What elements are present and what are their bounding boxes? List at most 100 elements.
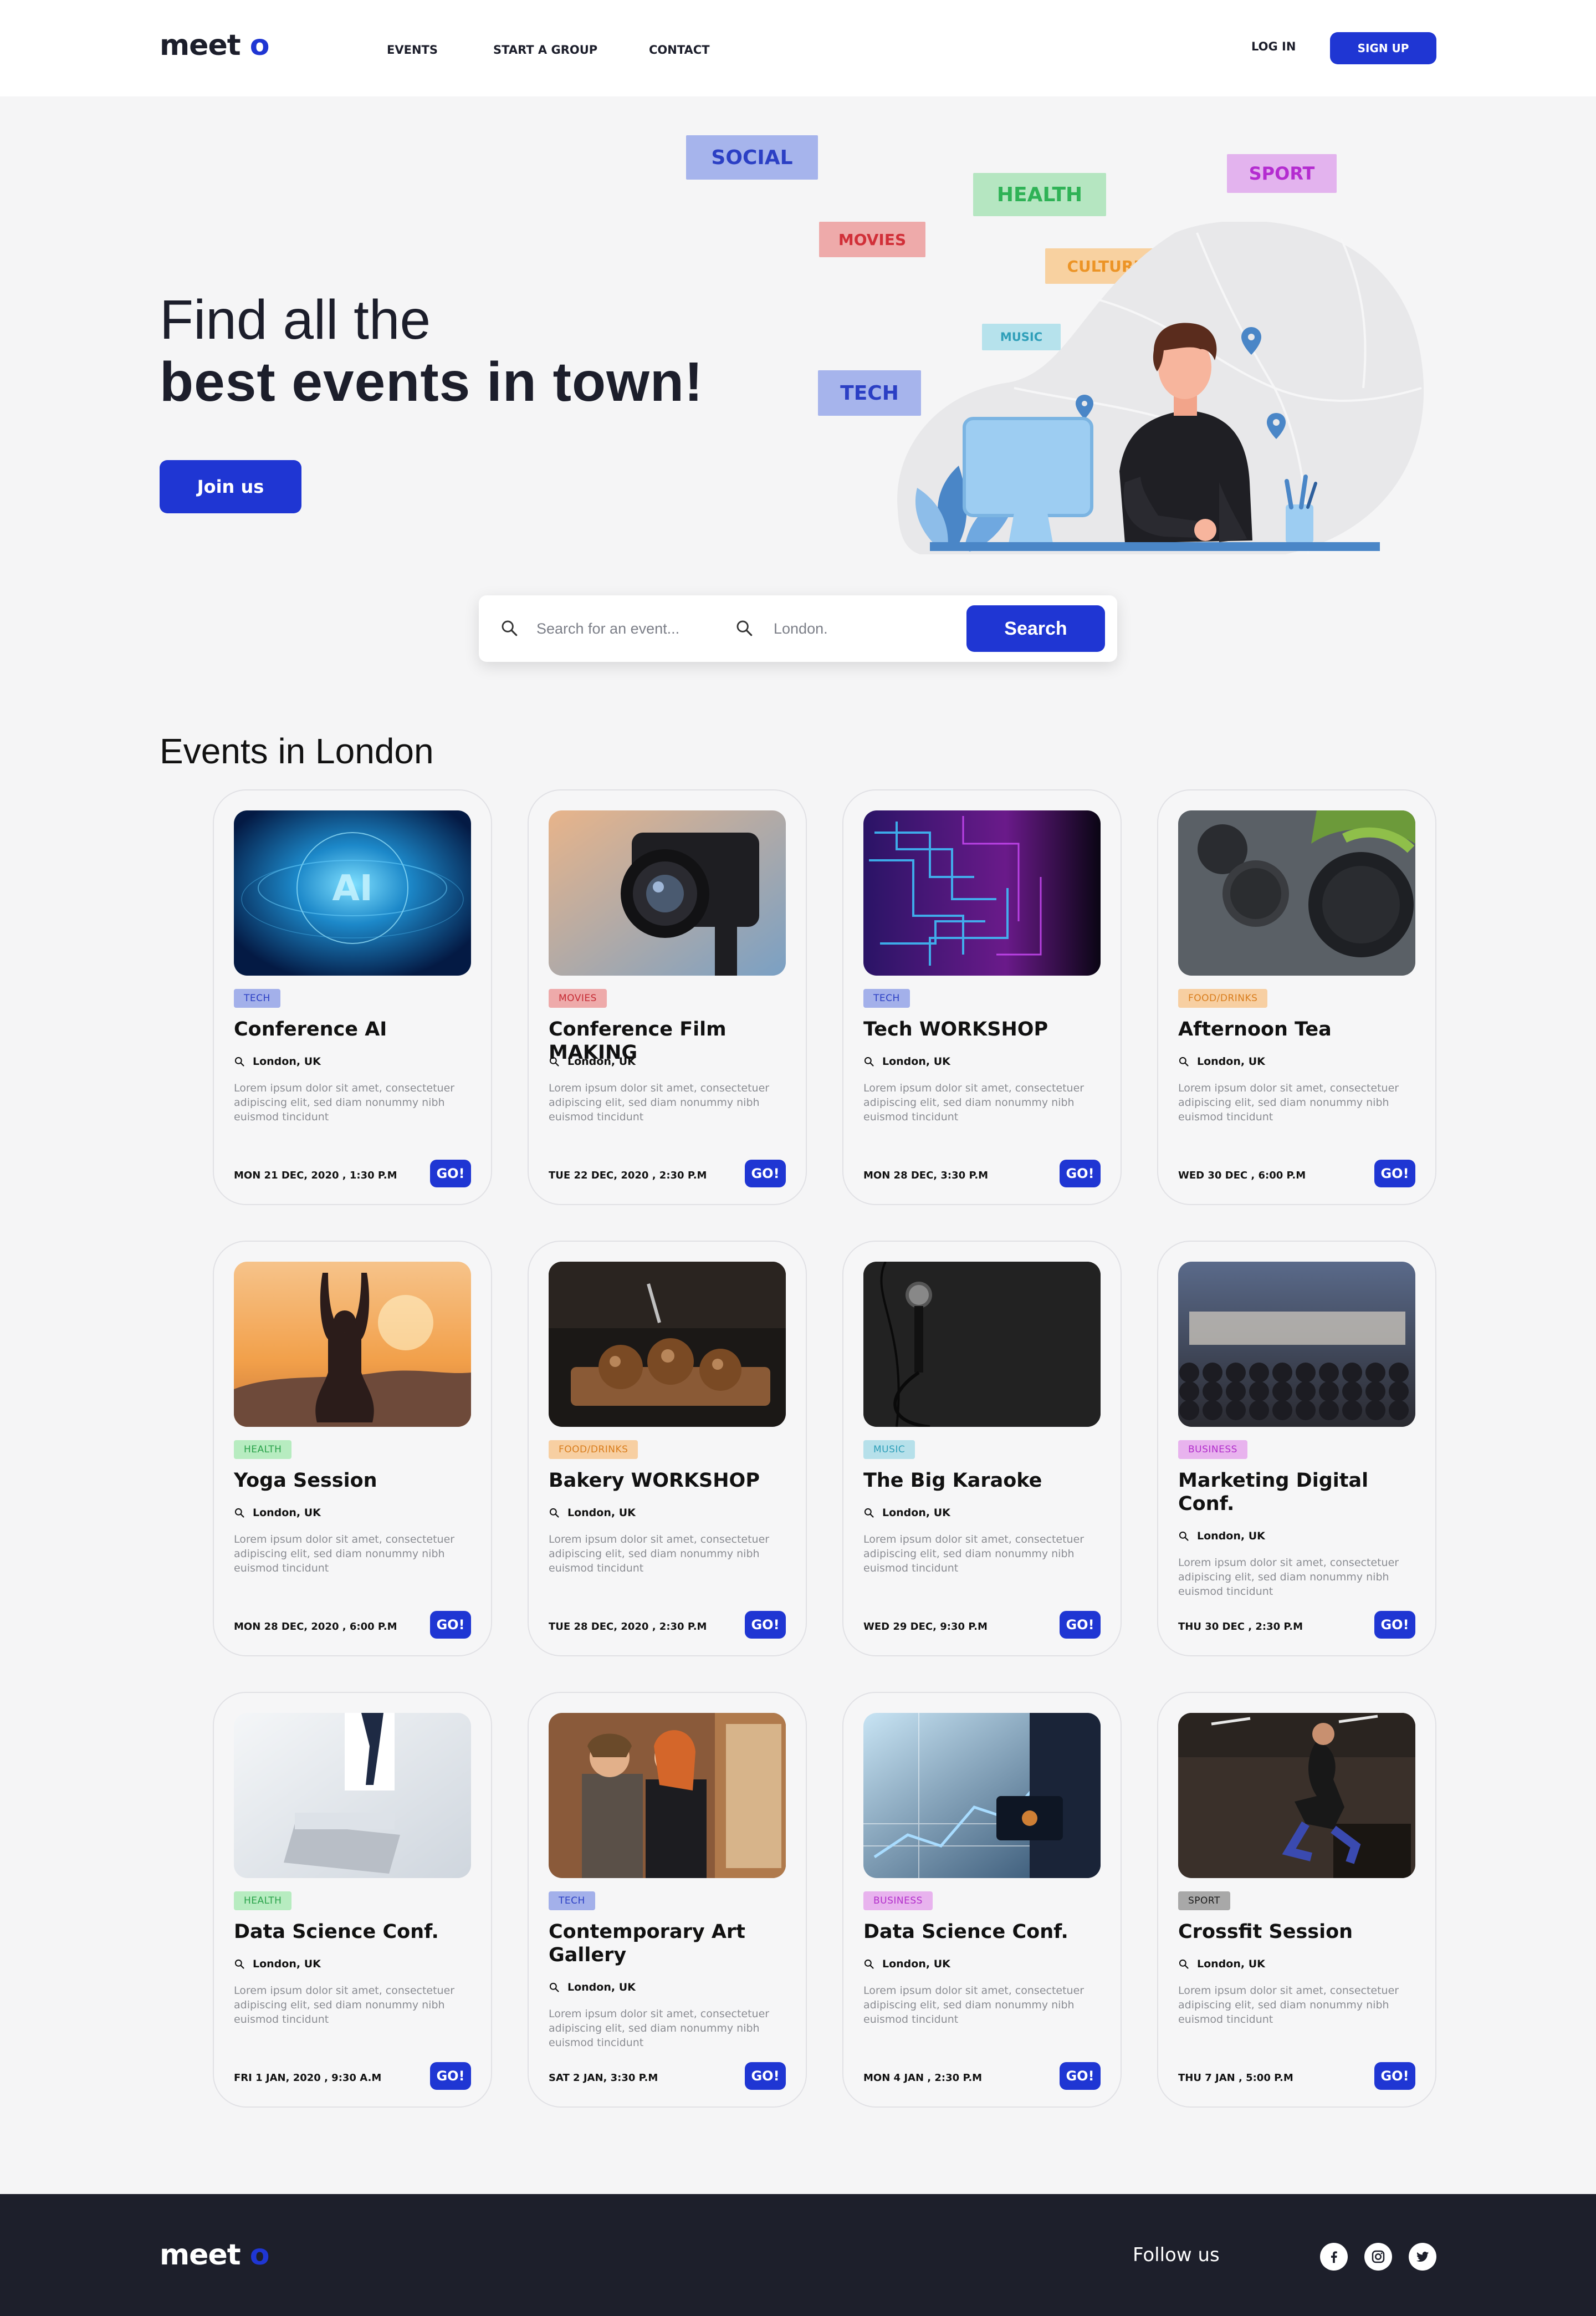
event-card[interactable]: SPORT Crossfit Session London, UK Lorem ips… <box>1157 1692 1436 2108</box>
event-image[interactable] <box>1178 1262 1415 1427</box>
event-description: Lorem ipsum dolor sit amet, consectetuer… <box>234 1985 455 2026</box>
location-icon <box>549 1508 559 1518</box>
event-category-badge: TECH <box>863 989 910 1008</box>
event-location-text: London, UK <box>253 1055 321 1068</box>
location-icon <box>864 1057 874 1067</box>
floating-tag-health: HEALTH <box>973 173 1106 216</box>
event-date: MON 28 DEC, 2020 , 6:00 P.M <box>234 1621 397 1633</box>
event-card[interactable]: BUSINESS Data Science Conf. London, UK Lore… <box>842 1692 1122 2108</box>
event-title[interactable]: Conference AI <box>234 1018 478 1041</box>
event-card[interactable]: HEALTH Yoga Session London, UK Lorem ipsum … <box>213 1241 492 1656</box>
event-image[interactable] <box>1178 810 1415 976</box>
event-image[interactable] <box>549 1262 786 1427</box>
event-date: TUE 22 DEC, 2020 , 2:30 P.M <box>549 1170 707 1181</box>
event-location-text: London, UK <box>253 1958 321 1970</box>
floating-tag-sport: SPORT <box>1227 154 1337 193</box>
event-location: London, UK <box>863 1055 950 1068</box>
event-image[interactable] <box>863 1713 1101 1878</box>
go-button[interactable]: GO! <box>745 1611 786 1639</box>
event-date: WED 29 DEC, 9:30 P.M <box>863 1621 988 1633</box>
nav-contact-link[interactable]: CONTACT <box>649 43 710 57</box>
event-category-badge: HEALTH <box>234 1440 292 1459</box>
event-image[interactable] <box>234 1713 471 1878</box>
facebook-icon[interactable] <box>1320 2243 1348 2271</box>
event-image[interactable]: AI <box>234 810 471 976</box>
search-button[interactable]: Search <box>966 605 1105 652</box>
event-location: London, UK <box>549 1055 636 1068</box>
event-card[interactable]: AI TECH Conference AI London, UK Lorem ipsum… <box>213 789 492 1205</box>
event-card[interactable]: TECH Contemporary Art Gallery London, UK Lo… <box>528 1692 807 2108</box>
footer: meet o Follow us <box>0 2194 1596 2316</box>
event-card[interactable]: MUSIC The Big Karaoke London, UK Lorem ipsu… <box>842 1241 1122 1656</box>
event-description: Lorem ipsum dolor sit amet, consectetuer… <box>1178 1985 1399 2026</box>
event-title[interactable]: Contemporary Art Gallery <box>549 1920 792 1967</box>
footer-logo[interactable]: meet o <box>160 2238 269 2272</box>
event-title[interactable]: Bakery WORKSHOP <box>549 1469 792 1492</box>
event-description: Lorem ipsum dolor sit amet, consectetuer… <box>234 1533 455 1574</box>
event-card[interactable]: BUSINESS Marketing Digital Conf. London, U… <box>1157 1241 1436 1656</box>
event-location: London, UK <box>549 1507 636 1519</box>
top-navigation-bar: meet o EVENTS START A GROUP CONTACT LOG … <box>0 0 1596 96</box>
go-button[interactable]: GO! <box>430 1160 471 1187</box>
event-location-text: London, UK <box>882 1055 950 1068</box>
event-location-text: London, UK <box>567 1507 636 1519</box>
event-image[interactable] <box>863 1262 1101 1427</box>
nav-events-link[interactable]: EVENTS <box>387 43 438 57</box>
event-location-text: London, UK <box>567 1981 636 1993</box>
event-title[interactable]: Tech WORKSHOP <box>863 1018 1107 1041</box>
go-button[interactable]: GO! <box>430 2062 471 2090</box>
event-location: London, UK <box>549 1981 636 1993</box>
event-category-badge: BUSINESS <box>1178 1440 1247 1459</box>
hero-title-line-2: best events in town! <box>160 351 704 413</box>
login-link[interactable]: LOG IN <box>1251 40 1296 53</box>
go-button[interactable]: GO! <box>745 2062 786 2090</box>
event-image[interactable] <box>234 1262 471 1427</box>
event-search-bar: Search <box>479 595 1117 662</box>
event-date: MON 4 JAN , 2:30 P.M <box>863 2072 983 2084</box>
go-button[interactable]: GO! <box>745 1160 786 1187</box>
floating-tag-social: SOCIAL <box>686 135 818 180</box>
logo-accent: o <box>249 29 270 62</box>
event-category-badge: MOVIES <box>549 989 607 1008</box>
event-date: FRI 1 JAN, 2020 , 9:30 A.M <box>234 2072 382 2084</box>
location-icon <box>234 1057 244 1067</box>
event-title[interactable]: Data Science Conf. <box>234 1920 478 1943</box>
nav-start-a-group-link[interactable]: START A GROUP <box>493 43 597 57</box>
go-button[interactable]: GO! <box>1060 2062 1101 2090</box>
event-title[interactable]: Yoga Session <box>234 1469 478 1492</box>
event-card[interactable]: TECH Tech WORKSHOP London, UK Lorem ipsum d… <box>842 789 1122 1205</box>
event-image[interactable] <box>863 810 1101 976</box>
twitter-icon[interactable] <box>1409 2243 1436 2271</box>
event-title[interactable]: Marketing Digital Conf. <box>1178 1469 1422 1516</box>
event-card[interactable]: HEALTH Data Science Conf. London, UK Lorem … <box>213 1692 492 2108</box>
event-image[interactable] <box>549 1713 786 1878</box>
event-location-text: London, UK <box>882 1507 950 1519</box>
events-section-title: Events in London <box>160 731 434 771</box>
go-button[interactable]: GO! <box>1374 2062 1415 2090</box>
hero-title-line-1: Find all the <box>160 289 431 351</box>
event-title[interactable]: The Big Karaoke <box>863 1469 1107 1492</box>
instagram-icon[interactable] <box>1364 2243 1392 2271</box>
event-card[interactable]: MOVIES Conference Film MAKING London, UK Lo… <box>528 789 807 1205</box>
event-location: London, UK <box>234 1958 321 1970</box>
site-logo[interactable]: meet o <box>160 29 269 62</box>
event-image[interactable] <box>1178 1713 1415 1878</box>
location-search-input[interactable] <box>774 612 956 645</box>
go-button[interactable]: GO! <box>1374 1160 1415 1187</box>
event-card[interactable]: FOOD/DRINKS Afternoon Tea London, UK Lorem … <box>1157 789 1436 1205</box>
go-button[interactable]: GO! <box>1060 1611 1101 1639</box>
event-image[interactable] <box>549 810 786 976</box>
location-icon <box>549 1982 559 1992</box>
event-card[interactable]: FOOD/DRINKS Bakery WORKSHOP London, UK Lore… <box>528 1241 807 1656</box>
signup-button[interactable]: SIGN UP <box>1330 32 1436 64</box>
event-title[interactable]: Crossfit Session <box>1178 1920 1422 1943</box>
event-title[interactable]: Data Science Conf. <box>863 1920 1107 1943</box>
go-button[interactable]: GO! <box>1060 1160 1101 1187</box>
event-title[interactable]: Afternoon Tea <box>1178 1018 1422 1041</box>
location-icon <box>864 1508 874 1518</box>
go-button[interactable]: GO! <box>1374 1611 1415 1639</box>
go-button[interactable]: GO! <box>430 1611 471 1639</box>
event-category-badge: MUSIC <box>863 1440 915 1459</box>
join-us-button[interactable]: Join us <box>160 460 301 513</box>
event-search-input[interactable] <box>536 612 719 645</box>
